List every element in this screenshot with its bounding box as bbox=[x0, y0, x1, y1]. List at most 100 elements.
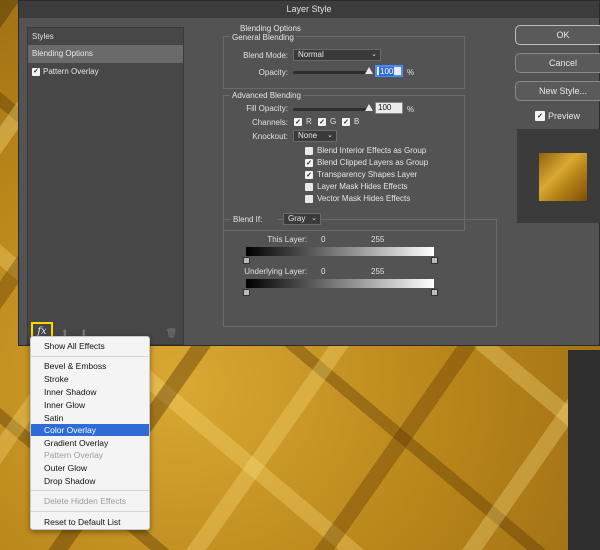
menu-item-stroke[interactable]: Stroke bbox=[31, 373, 149, 385]
menu-item-bevel-emboss[interactable]: Bevel & Emboss bbox=[31, 360, 149, 372]
new-style-button[interactable]: New Style... bbox=[515, 81, 600, 101]
knockout-select[interactable]: None ⌄ bbox=[293, 130, 337, 142]
channel-r-checkbox[interactable]: ✓ R bbox=[294, 117, 312, 126]
knockout-value: None bbox=[298, 131, 318, 140]
fill-opacity-slider-knob[interactable] bbox=[365, 104, 373, 111]
opacity-label: Opacity: bbox=[258, 68, 288, 77]
blending-options-panel: Blending Options General Blending Blend … bbox=[191, 19, 499, 345]
menu-item-outer-glow[interactable]: Outer Glow bbox=[31, 462, 149, 474]
preview-swatch bbox=[539, 153, 587, 201]
channel-label: R bbox=[306, 117, 312, 126]
checkbox-icon: ✓ bbox=[535, 111, 545, 121]
fill-opacity-label: Fill Opacity: bbox=[246, 104, 288, 113]
fx-effects-menu: Show All Effects Bevel & Emboss Stroke I… bbox=[30, 336, 150, 530]
underlying-layer-label: Underlying Layer: bbox=[244, 267, 307, 276]
underlying-black-stop[interactable] bbox=[243, 289, 250, 296]
section-title: Blending Options bbox=[240, 24, 301, 33]
this-layer-max: 255 bbox=[371, 235, 385, 244]
menu-item-satin[interactable]: Satin bbox=[31, 412, 149, 424]
channels-label: Channels: bbox=[251, 118, 288, 127]
fill-opacity-slider[interactable] bbox=[293, 108, 368, 111]
blend-if-select[interactable]: Gray ⌄ bbox=[283, 213, 321, 225]
general-blending-title: General Blending bbox=[230, 33, 296, 42]
this-layer-gradient bbox=[246, 247, 434, 256]
option-label: Blend Clipped Layers as Group bbox=[317, 158, 429, 167]
advanced-blending-title: Advanced Blending bbox=[230, 91, 303, 100]
menu-separator bbox=[31, 490, 149, 491]
checkbox-icon: ✓ bbox=[294, 117, 302, 126]
menu-item-color-overlay[interactable]: Color Overlay bbox=[31, 424, 149, 436]
opacity-input[interactable]: 100 bbox=[375, 65, 403, 77]
fill-opacity-unit: % bbox=[407, 105, 415, 114]
blend-clipped-checkbox[interactable]: ✓ Blend Clipped Layers as Group bbox=[305, 158, 428, 167]
opacity-slider[interactable] bbox=[293, 71, 368, 74]
styles-item-pattern-overlay[interactable]: ✓ Pattern Overlay bbox=[28, 63, 183, 81]
channel-label: B bbox=[354, 117, 360, 126]
checkbox-icon: ✓ bbox=[305, 170, 313, 179]
preview-box bbox=[517, 129, 600, 223]
preview-label: Preview bbox=[548, 111, 581, 121]
menu-separator bbox=[31, 511, 149, 512]
layer-mask-checkbox[interactable]: Layer Mask Hides Effects bbox=[305, 182, 408, 191]
styles-item-label: Pattern Overlay bbox=[43, 67, 99, 76]
styles-panel: Styles Blending Options ✓ Pattern Overla… bbox=[27, 27, 184, 345]
option-label: Transparency Shapes Layer bbox=[317, 170, 418, 179]
blend-if-label: Blend If: bbox=[231, 215, 277, 224]
styles-header[interactable]: Styles bbox=[28, 28, 183, 45]
blend-mode-label: Blend Mode: bbox=[243, 51, 288, 60]
this-layer-black-stop[interactable] bbox=[243, 257, 250, 264]
chevron-down-icon: ⌄ bbox=[371, 51, 377, 58]
menu-item-inner-glow[interactable]: Inner Glow bbox=[31, 399, 149, 411]
opacity-unit: % bbox=[407, 68, 415, 77]
menu-item-delete-hidden-effects: Delete Hidden Effects bbox=[44, 496, 127, 506]
underlying-max: 255 bbox=[371, 267, 385, 276]
preview-checkbox[interactable]: ✓ Preview bbox=[535, 111, 580, 121]
blend-interior-checkbox[interactable]: Blend Interior Effects as Group bbox=[305, 146, 426, 155]
channel-b-checkbox[interactable]: ✓ B bbox=[342, 117, 359, 126]
canvas-edge bbox=[568, 350, 600, 550]
checkbox-icon bbox=[305, 146, 313, 155]
pattern-overlay-checkbox[interactable]: ✓ bbox=[32, 68, 40, 76]
blend-mode-value: Normal bbox=[298, 50, 324, 59]
blend-if-value: Gray bbox=[288, 214, 306, 223]
menu-item-gradient-overlay[interactable]: Gradient Overlay bbox=[31, 437, 149, 449]
transparency-shapes-checkbox[interactable]: ✓ Transparency Shapes Layer bbox=[305, 170, 417, 179]
channel-g-checkbox[interactable]: ✓ G bbox=[318, 117, 336, 126]
ok-button[interactable]: OK bbox=[515, 25, 600, 45]
opacity-slider-knob[interactable] bbox=[365, 67, 373, 74]
menu-item-drop-shadow[interactable]: Drop Shadow bbox=[31, 475, 149, 487]
underlying-min: 0 bbox=[321, 267, 326, 276]
chevron-down-icon: ⌄ bbox=[311, 215, 317, 222]
blend-mode-select[interactable]: Normal ⌄ bbox=[293, 49, 381, 61]
fill-opacity-input[interactable]: 100 bbox=[375, 102, 403, 114]
knockout-label: Knockout: bbox=[252, 132, 288, 141]
checkbox-icon: ✓ bbox=[318, 117, 326, 126]
checkbox-icon bbox=[305, 194, 313, 203]
option-label: Layer Mask Hides Effects bbox=[317, 182, 408, 191]
option-label: Blend Interior Effects as Group bbox=[317, 146, 427, 155]
dialog-title: Layer Style bbox=[19, 1, 599, 18]
opacity-value: 100 bbox=[379, 67, 395, 76]
checkbox-icon bbox=[305, 182, 313, 191]
menu-separator bbox=[31, 356, 149, 357]
this-layer-label: This Layer: bbox=[267, 235, 307, 244]
menu-item-inner-shadow[interactable]: Inner Shadow bbox=[31, 386, 149, 398]
styles-item-label: Blending Options bbox=[32, 49, 93, 58]
underlying-layer-gradient bbox=[246, 279, 434, 288]
option-label: Vector Mask Hides Effects bbox=[317, 194, 411, 203]
menu-item-reset-default-list[interactable]: Reset to Default List bbox=[31, 516, 149, 528]
checkbox-icon: ✓ bbox=[305, 158, 313, 167]
cancel-button[interactable]: Cancel bbox=[515, 53, 600, 73]
styles-item-blending-options[interactable]: Blending Options bbox=[28, 45, 183, 63]
menu-item-pattern-overlay: Pattern Overlay bbox=[44, 450, 104, 460]
this-layer-min: 0 bbox=[321, 235, 326, 244]
trash-icon[interactable]: 🗑 bbox=[166, 328, 177, 339]
this-layer-white-stop[interactable] bbox=[431, 257, 438, 264]
channel-label: G bbox=[330, 117, 337, 126]
vector-mask-checkbox[interactable]: Vector Mask Hides Effects bbox=[305, 194, 410, 203]
general-blending-box bbox=[223, 36, 465, 89]
menu-item-show-all-effects[interactable]: Show All Effects bbox=[31, 340, 149, 352]
layer-style-dialog: Layer Style Styles Blending Options ✓ Pa… bbox=[18, 0, 600, 346]
chevron-down-icon: ⌄ bbox=[327, 132, 333, 139]
underlying-white-stop[interactable] bbox=[431, 289, 438, 296]
